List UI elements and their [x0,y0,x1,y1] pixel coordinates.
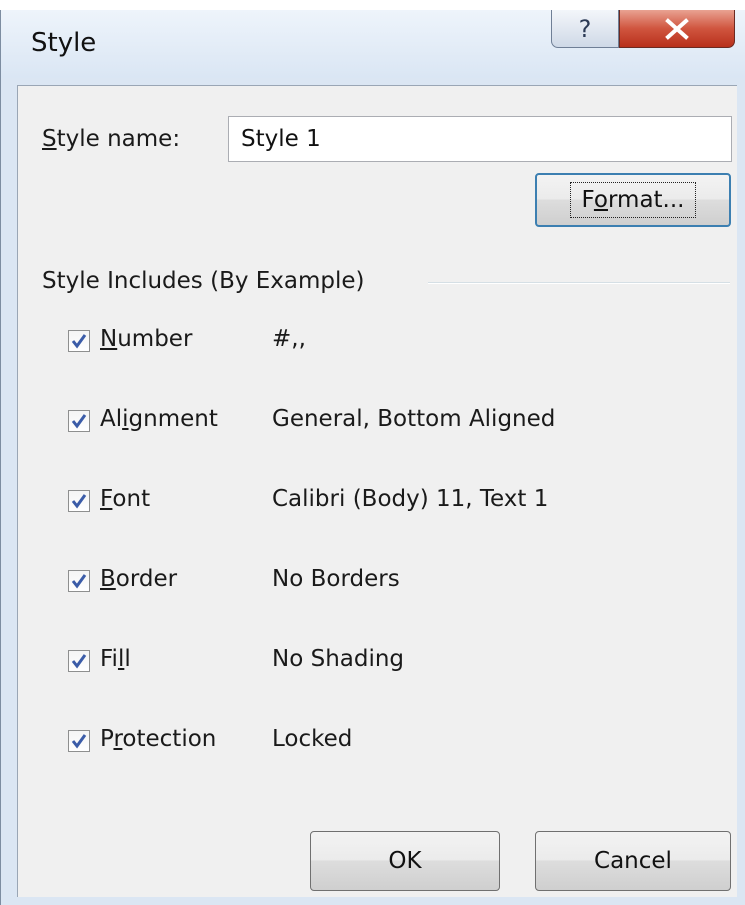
checkbox-label[interactable]: Fill [100,646,131,672]
checkbox[interactable] [68,330,90,352]
checkbox[interactable] [68,410,90,432]
format-button-label: Format... [570,182,696,218]
checkbox[interactable] [68,570,90,592]
checkbox-label[interactable]: Alignment [100,406,218,432]
checkbox-label[interactable]: Border [100,566,177,592]
close-x-icon [665,17,689,40]
style-value-text: General, Bottom Aligned [272,406,556,432]
group-divider [428,282,730,284]
style-name-input[interactable]: Style 1 [228,116,732,162]
ok-button[interactable]: OK [310,831,500,891]
checkmark-icon [71,654,87,669]
help-button[interactable]: ? [551,10,619,48]
checkmark-icon [71,334,87,349]
style-value-text: Locked [272,726,353,752]
checkbox[interactable] [68,730,90,752]
style-value-text: No Borders [272,566,400,592]
checkbox-label[interactable]: Protection [100,726,216,752]
checkmark-icon [71,574,87,589]
group-title: Style Includes (By Example) [42,268,365,294]
checkbox-label[interactable]: Number [100,326,192,352]
style-value-text: #,, [272,326,306,352]
checkbox-label[interactable]: Font [100,486,150,512]
style-name-label: Style name: [42,126,181,152]
checkmark-icon [71,414,87,429]
style-dialog: Style ? Style name: Style 1 Format... St… [0,10,745,905]
checkbox[interactable] [68,650,90,672]
title-bar: Style ? [1,10,745,78]
close-button[interactable] [619,10,735,48]
format-button[interactable]: Format... [535,173,731,227]
cancel-button[interactable]: Cancel [535,831,731,891]
style-value-text: Calibri (Body) 11, Text 1 [272,486,549,512]
checkbox[interactable] [68,490,90,512]
dialog-body: Style name: Style 1 Format... Style Incl… [17,85,737,897]
checkmark-icon [71,734,87,749]
style-value-text: No Shading [272,646,405,672]
dialog-title: Style [31,28,97,58]
question-mark-icon: ? [578,14,592,43]
checkmark-icon [71,494,87,509]
